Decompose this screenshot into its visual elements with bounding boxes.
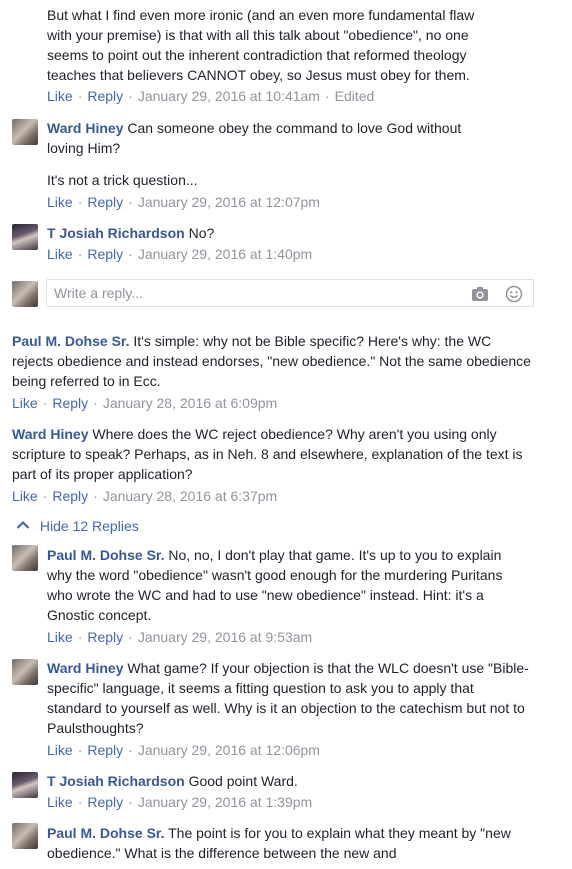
hide-replies-link[interactable]: Hide 12 Replies xyxy=(14,516,139,536)
comment-text: Where does the WC reject obedience? Why … xyxy=(12,426,523,482)
comment-text-line: with your premise) is that with all this… xyxy=(47,27,469,43)
comment-actions: Like · Reply · January 29, 2016 at 10:41am · E… xyxy=(47,88,375,104)
like-link[interactable]: Like xyxy=(47,88,73,104)
avatar[interactable] xyxy=(12,659,38,685)
timestamp[interactable]: January 29, 2016 at 9:53am xyxy=(138,629,312,645)
comment: Paul M. Dohse Sr. It's simple: why not b… xyxy=(12,331,532,413)
reply-link[interactable]: Reply xyxy=(87,794,123,810)
author-name[interactable]: Paul M. Dohse Sr. xyxy=(47,825,164,841)
comment-text: It's not a trick question... xyxy=(47,172,198,188)
camera-icon[interactable] xyxy=(471,285,489,303)
timestamp[interactable]: January 29, 2016 at 1:39pm xyxy=(138,794,312,810)
reply-link[interactable]: Reply xyxy=(52,395,88,411)
like-link[interactable]: Like xyxy=(47,794,73,810)
comment-text: Good point Ward. xyxy=(188,773,298,789)
reply-comment: Ward Hiney What game? If your objection … xyxy=(47,658,532,760)
hide-replies-label: Hide 12 Replies xyxy=(39,518,139,534)
comment-text-line: teaches that believers CANNOT obey, so J… xyxy=(47,67,470,83)
reply-box xyxy=(46,279,534,307)
like-link[interactable]: Like xyxy=(47,629,73,645)
like-link[interactable]: Like xyxy=(47,246,73,262)
author-name[interactable]: T Josiah Richardson xyxy=(47,773,185,789)
author-name[interactable]: Ward Hiney xyxy=(47,120,124,136)
reply-comment: Ward Hiney Can someone obey the command … xyxy=(47,118,497,212)
reply-link[interactable]: Reply xyxy=(87,88,123,104)
comment-actions: Like · Reply · January 29, 2016 at 9:53am xyxy=(47,629,313,645)
comment-actions: Like · Reply · January 29, 2016 at 1:39pm xyxy=(47,794,313,810)
author-name[interactable]: Ward Hiney xyxy=(12,426,89,442)
comment-top: But what I find even more ironic (and an… xyxy=(47,5,547,106)
timestamp[interactable]: January 29, 2016 at 1:40pm xyxy=(138,246,312,262)
reply-link[interactable]: Reply xyxy=(87,194,123,210)
comment-actions: Like · Reply · January 29, 2016 at 12:07pm xyxy=(47,194,320,210)
timestamp[interactable]: January 28, 2016 at 6:09pm xyxy=(103,395,277,411)
comment-actions: Like · Reply · January 28, 2016 at 6:09pm xyxy=(12,395,278,411)
reply-comment: Paul M. Dohse Sr. No, no, I don't play t… xyxy=(47,545,522,647)
timestamp[interactable]: January 28, 2016 at 6:37pm xyxy=(103,488,277,504)
chevron-up-icon xyxy=(16,520,30,529)
avatar[interactable] xyxy=(12,545,38,571)
comment: Ward Hiney Where does the WC reject obed… xyxy=(12,424,542,506)
reply-comment: T Josiah Richardson Good point Ward. Lik… xyxy=(47,771,497,812)
emoji-icon[interactable] xyxy=(505,285,523,303)
reply-link[interactable]: Reply xyxy=(87,246,123,262)
like-link[interactable]: Like xyxy=(12,488,38,504)
comment-actions: Like · Reply · January 28, 2016 at 6:37pm xyxy=(12,488,278,504)
avatar[interactable] xyxy=(12,823,38,849)
reply-link[interactable]: Reply xyxy=(87,629,123,645)
avatar[interactable] xyxy=(12,772,38,798)
author-name[interactable]: Paul M. Dohse Sr. xyxy=(47,547,164,563)
timestamp[interactable]: January 29, 2016 at 12:07pm xyxy=(138,194,320,210)
edited-label[interactable]: Edited xyxy=(335,88,375,104)
author-name[interactable]: Paul M. Dohse Sr. xyxy=(12,333,129,349)
comment-actions: Like · Reply · January 29, 2016 at 1:40pm xyxy=(47,246,313,262)
author-name[interactable]: Ward Hiney xyxy=(47,660,124,676)
avatar[interactable] xyxy=(12,119,38,145)
comment-text-line: But what I find even more ironic (and an… xyxy=(47,7,475,23)
timestamp[interactable]: January 29, 2016 at 12:06pm xyxy=(138,742,320,758)
reply-comment: T Josiah Richardson No? Like · Reply · Janua… xyxy=(47,223,497,264)
comment-text-line: seems to point out the inherent contradi… xyxy=(47,47,467,63)
comment-actions: Like · Reply · January 29, 2016 at 12:06pm xyxy=(47,742,320,758)
like-link[interactable]: Like xyxy=(12,395,38,411)
avatar[interactable] xyxy=(12,224,38,250)
comment-text: No? xyxy=(188,225,215,241)
reply-link[interactable]: Reply xyxy=(87,742,123,758)
reply-input[interactable] xyxy=(54,284,454,302)
author-name[interactable]: T Josiah Richardson xyxy=(47,225,185,241)
reply-link[interactable]: Reply xyxy=(52,488,88,504)
reply-comment: Paul M. Dohse Sr. The point is for you t… xyxy=(47,823,517,863)
current-user-avatar xyxy=(12,281,38,307)
like-link[interactable]: Like xyxy=(47,742,73,758)
like-link[interactable]: Like xyxy=(47,194,73,210)
timestamp[interactable]: January 29, 2016 at 10:41am xyxy=(138,88,320,104)
